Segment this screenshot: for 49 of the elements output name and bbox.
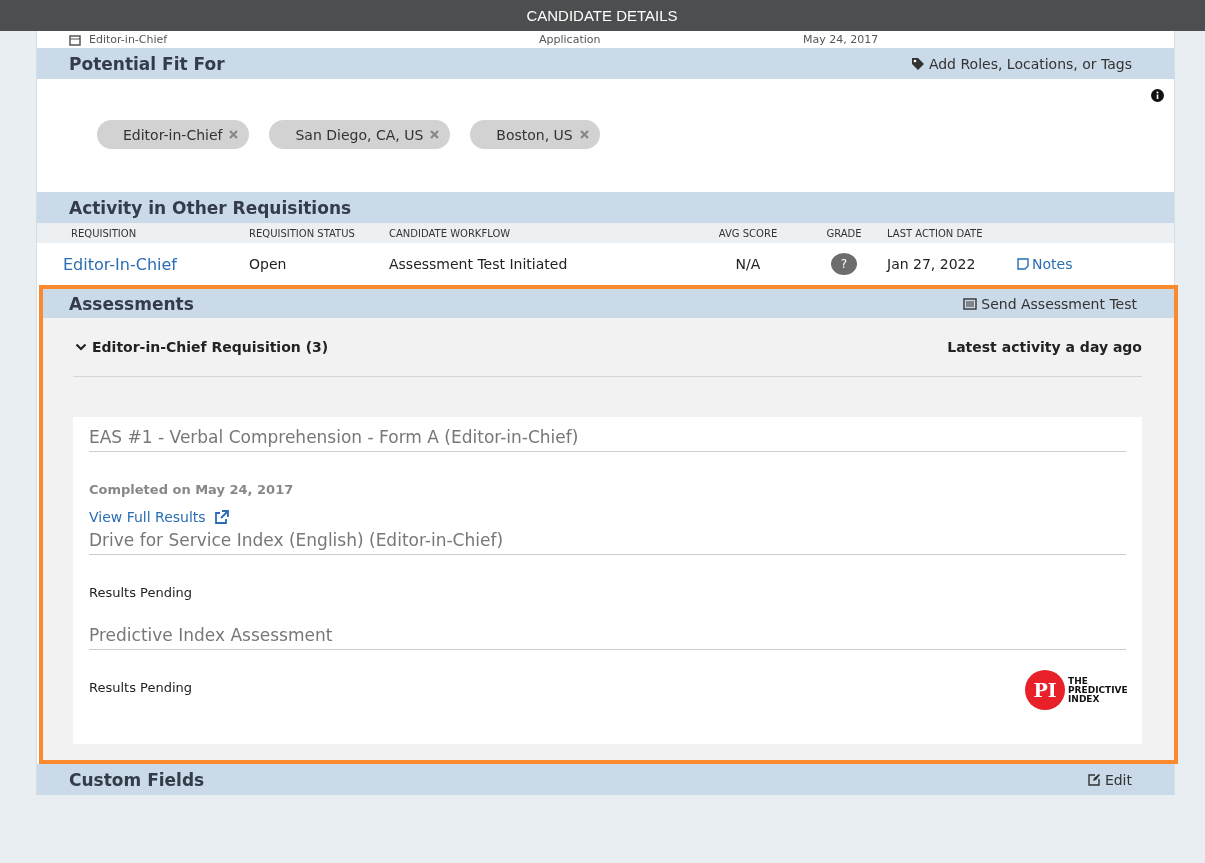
tag-icon (910, 56, 925, 71)
table-cell-text: Assessment Test Initiated (389, 256, 569, 272)
column-header: GRADE (825, 227, 863, 239)
list-icon (963, 296, 978, 311)
tag-label: San Diego, CA, US (295, 126, 424, 143)
date-text: May 24, 2017 (803, 33, 879, 46)
note-icon (1017, 257, 1029, 270)
logo-text: THE PREDICTIVE INDEX (1068, 676, 1126, 704)
assessment-name: EAS #1 - Verbal Comprehension - Form A (Editor-in-Chief) (89, 427, 1126, 452)
section-title: Potential Fit For (69, 53, 225, 74)
requisition-name: Editor-in-Chief (89, 33, 168, 46)
chevron-down-icon (75, 341, 87, 353)
window-title: CANDIDATE DETAILS (526, 7, 678, 24)
section-title: Assessments (69, 293, 194, 314)
column-header: AVG SCORE (717, 227, 779, 239)
tag-label: Boston, US (496, 126, 573, 143)
completed-text: Completed on May 24, 2017 (89, 482, 294, 497)
column-header: REQUISITION STATUS (249, 227, 356, 239)
column-header: REQUISITION (70, 227, 138, 239)
view-results-link[interactable]: View Full Results (89, 509, 229, 525)
pending-text: Results Pending (89, 585, 193, 600)
table-cell-text: Open (249, 256, 288, 272)
logo-icon: PI (1025, 670, 1065, 710)
assessment-name: Drive for Service Index (English) (Editor-in-Chief) (89, 530, 1126, 555)
group-toggle[interactable]: Editor-in-Chief Requisition (3) (73, 339, 329, 355)
section-action-link[interactable]: Edit (1086, 771, 1132, 788)
grade-badge: ? (831, 253, 857, 275)
external-link-icon (213, 510, 229, 524)
remove-icon[interactable] (430, 130, 440, 139)
assessment-name: Predictive Index Assessment (89, 625, 1126, 650)
remove-icon[interactable] (229, 130, 239, 139)
requisition-link[interactable]: Editor-In-Chief (63, 254, 249, 274)
latest-activity-text: Latest activity a day ago (947, 339, 1142, 355)
pending-text: Results Pending (89, 680, 193, 695)
column-header: CANDIDATE WORKFLOW (389, 227, 512, 239)
section-action-link[interactable]: Add Roles, Locations, or Tags (910, 55, 1132, 72)
remove-icon[interactable] (579, 130, 589, 139)
stage-text: Application (539, 33, 602, 46)
section-action-link[interactable]: Send Assessment Test (963, 295, 1137, 312)
table-cell-text: N/A (734, 256, 762, 272)
notes-link[interactable]: Notes (1017, 255, 1073, 272)
calendar-icon (69, 33, 81, 46)
edit-icon (1086, 772, 1101, 787)
section-title: Custom Fields (69, 769, 205, 790)
section-title: Activity in Other Requisitions (69, 197, 352, 218)
info-icon (1151, 89, 1164, 102)
table-cell-text: Jan 27, 2022 (887, 256, 977, 272)
tag-label: Editor-in-Chief (123, 126, 223, 143)
column-header: LAST ACTION DATE (887, 227, 984, 239)
